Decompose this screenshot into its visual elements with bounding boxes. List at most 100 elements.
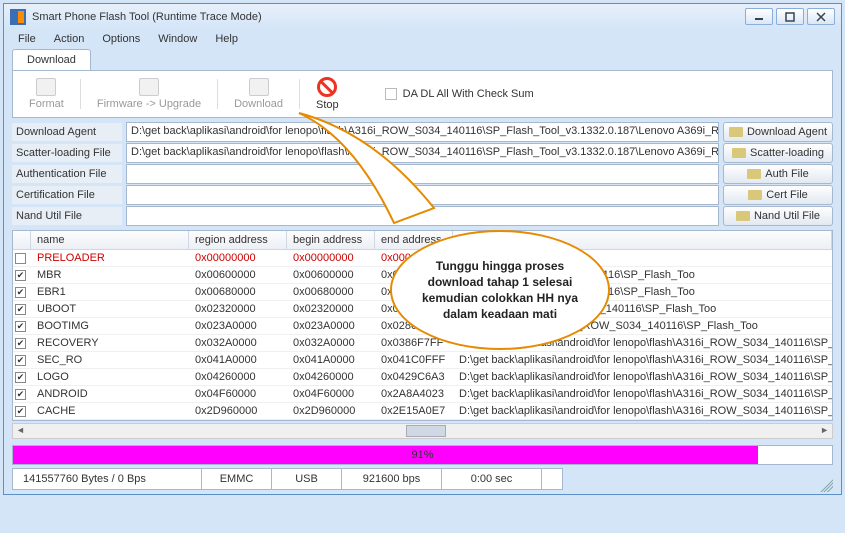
- menu-options[interactable]: Options: [94, 31, 148, 47]
- menu-help[interactable]: Help: [207, 31, 246, 47]
- row-checkbox[interactable]: ✔: [15, 287, 26, 298]
- cell-region: 0x04260000: [189, 369, 287, 385]
- col-check[interactable]: [13, 231, 31, 250]
- file-paths-form: Download Agent D:\get back\aplikasi\andr…: [12, 122, 833, 226]
- row-checkbox[interactable]: ✔: [15, 321, 26, 332]
- partition-table: name region address begin address end ad…: [12, 230, 833, 421]
- cell-begin: 0x032A0000: [287, 335, 375, 351]
- firmware-upgrade-button[interactable]: Firmware -> Upgrade: [89, 78, 209, 110]
- cell-begin: 0x00680000: [287, 284, 375, 300]
- table-row[interactable]: ✔SEC_RO0x041A00000x041A00000x041C0FFFD:\…: [13, 352, 832, 369]
- horizontal-scrollbar[interactable]: [12, 423, 833, 439]
- cell-location: flash\A316i_ROW_S034_140116\SP_Flash_Too: [453, 267, 832, 283]
- tab-download[interactable]: Download: [12, 49, 91, 70]
- col-name[interactable]: name: [31, 231, 189, 250]
- cell-location: D:\get back\aplikasi\android\for lenopo\…: [453, 335, 832, 351]
- download-agent-browse-button[interactable]: Download Agent: [723, 122, 833, 142]
- cell-end: 0x2A8A4023: [375, 386, 453, 402]
- table-row[interactable]: ✔EBR10x006800000x006800000x006801FFflash…: [13, 284, 832, 301]
- row-checkbox[interactable]: [15, 253, 26, 264]
- cert-file-input[interactable]: [126, 185, 719, 205]
- row-checkbox[interactable]: ✔: [15, 338, 26, 349]
- stop-button[interactable]: Stop: [308, 77, 347, 111]
- cell-begin: 0x04260000: [287, 369, 375, 385]
- resize-grip[interactable]: [817, 476, 833, 492]
- table-body: PRELOADER0x000000000x000000000x00018BD7 ✔…: [13, 250, 832, 420]
- format-button[interactable]: Format: [21, 78, 72, 110]
- title-bar[interactable]: Smart Phone Flash Tool (Runtime Trace Mo…: [4, 4, 841, 29]
- scatter-file-input[interactable]: D:\get back\aplikasi\android\for lenopo\…: [126, 143, 719, 163]
- close-button[interactable]: [807, 8, 835, 25]
- nand-util-input[interactable]: [126, 206, 719, 226]
- cell-begin: 0x00000000: [287, 250, 375, 266]
- table-row[interactable]: ✔BOOTIMG0x023A00000x023A00000x0280B7FFD:…: [13, 318, 832, 335]
- cell-begin: 0x02320000: [287, 301, 375, 317]
- cell-begin: 0x00600000: [287, 267, 375, 283]
- cell-region: 0x00000000: [189, 250, 287, 266]
- cell-name: MBR: [31, 267, 189, 283]
- cell-end: 0x0429C6A3: [375, 369, 453, 385]
- cell-region: 0x2D960000: [189, 403, 287, 419]
- row-checkbox[interactable]: ✔: [15, 406, 26, 417]
- row-checkbox[interactable]: ✔: [15, 270, 26, 281]
- col-begin[interactable]: begin address: [287, 231, 375, 250]
- auth-file-browse-button[interactable]: Auth File: [723, 164, 833, 184]
- col-region[interactable]: region address: [189, 231, 287, 250]
- cell-end: 0x0235C5B3: [375, 301, 453, 317]
- table-row[interactable]: ✔RECOVERY0x032A00000x032A00000x0386F7FFD…: [13, 335, 832, 352]
- cert-file-browse-button[interactable]: Cert File: [723, 185, 833, 205]
- status-storage: EMMC: [202, 468, 272, 490]
- table-row[interactable]: ✔UBOOT0x023200000x023200000x0235C5B3opo\…: [13, 301, 832, 318]
- download-button[interactable]: Download: [226, 78, 291, 110]
- col-location[interactable]: location: [453, 231, 832, 250]
- download-agent-input[interactable]: D:\get back\aplikasi\android\for lenopo\…: [126, 122, 719, 142]
- stop-icon: [317, 77, 337, 97]
- cell-name: ANDROID: [31, 386, 189, 402]
- table-row[interactable]: ✔ANDROID0x04F600000x04F600000x2A8A4023D:…: [13, 386, 832, 403]
- cell-location: opo\flash\A316i_ROW_S034_140116\SP_Flash…: [453, 301, 832, 317]
- menu-window[interactable]: Window: [150, 31, 205, 47]
- window-title: Smart Phone Flash Tool (Runtime Trace Mo…: [32, 11, 262, 23]
- cell-region: 0x00600000: [189, 267, 287, 283]
- cell-name: RECOVERY: [31, 335, 189, 351]
- cell-end: 0x041C0FFF: [375, 352, 453, 368]
- folder-icon: [732, 148, 746, 158]
- folder-icon: [748, 190, 762, 200]
- minimize-button[interactable]: [745, 8, 773, 25]
- nand-util-browse-button[interactable]: Nand Util File: [723, 206, 833, 226]
- scrollbar-thumb[interactable]: [406, 425, 446, 437]
- checksum-checkbox[interactable]: DA DL All With Check Sum: [385, 88, 534, 100]
- scatter-file-label: Scatter-loading File: [12, 144, 122, 162]
- cell-region: 0x00680000: [189, 284, 287, 300]
- status-connection: USB: [272, 468, 342, 490]
- cell-begin: 0x041A0000: [287, 352, 375, 368]
- scatter-file-browse-button[interactable]: Scatter-loading: [723, 143, 833, 163]
- table-row[interactable]: ✔MBR0x006000000x006000000x006001FFflash\…: [13, 267, 832, 284]
- maximize-button[interactable]: [776, 8, 804, 25]
- cell-name: PRELOADER: [31, 250, 189, 266]
- firmware-icon: [139, 78, 159, 96]
- progress-bar: 91%: [12, 445, 833, 465]
- row-checkbox[interactable]: ✔: [15, 389, 26, 400]
- cell-begin: 0x023A0000: [287, 318, 375, 334]
- status-time: 0:00 sec: [442, 468, 542, 490]
- auth-file-input[interactable]: [126, 164, 719, 184]
- row-checkbox[interactable]: ✔: [15, 372, 26, 383]
- cell-name: CACHE: [31, 403, 189, 419]
- table-row[interactable]: ✔CACHE0x2D9600000x2D9600000x2E15A0E7D:\g…: [13, 403, 832, 420]
- folder-icon: [729, 127, 743, 137]
- table-row[interactable]: PRELOADER0x000000000x000000000x00018BD7: [13, 250, 832, 267]
- table-row[interactable]: ✔LOGO0x042600000x042600000x0429C6A3D:\ge…: [13, 369, 832, 386]
- cell-location: flash\A316i_ROW_S034_140116\SP_Flash_Too: [453, 284, 832, 300]
- cell-location: [453, 250, 832, 266]
- cell-name: LOGO: [31, 369, 189, 385]
- row-checkbox[interactable]: ✔: [15, 355, 26, 366]
- row-checkbox[interactable]: ✔: [15, 304, 26, 315]
- menu-action[interactable]: Action: [46, 31, 93, 47]
- cell-name: SEC_RO: [31, 352, 189, 368]
- tab-bar: Download: [4, 49, 841, 70]
- cell-location: D:\get back\aplikasi\android\for lenopo\…: [453, 352, 832, 368]
- col-end[interactable]: end address: [375, 231, 453, 250]
- menu-file[interactable]: File: [10, 31, 44, 47]
- cell-location: D:\get back\aplikasi\android\for lenopo\…: [453, 403, 832, 419]
